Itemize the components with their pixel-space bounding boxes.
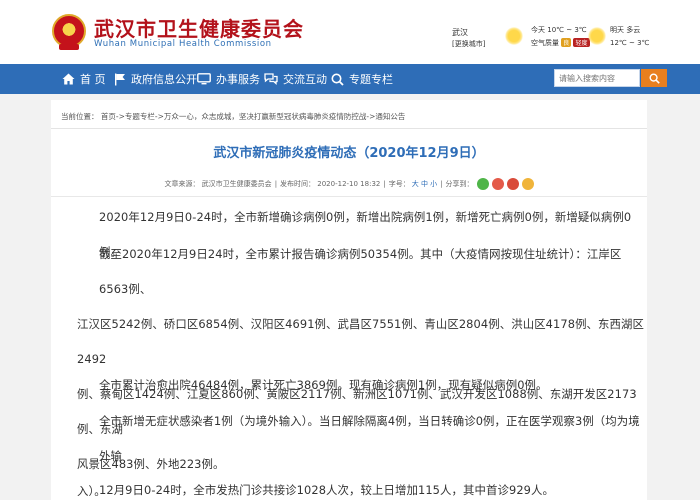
monitor-icon (197, 73, 211, 85)
air-quality-label: 空气质量 (531, 39, 559, 47)
nav-item-label: 交流互动 (283, 73, 327, 86)
weather-tomorrow: 明天 多云 (610, 25, 640, 35)
breadcrumb-divider (51, 128, 647, 129)
font-size-label: 字号： (388, 180, 410, 188)
nav-item-label: 首 页 (80, 73, 106, 86)
air-quality-badge-light: 轻度 (573, 38, 590, 47)
paragraph-line: 12月9日0-24时，全市发热门诊共接诊1028人次，较上日增加115人，其中首… (99, 483, 554, 497)
search-button[interactable] (641, 69, 667, 87)
paragraph-5: 12月9日0-24时，全市发热门诊共接诊1028人次，较上日增加115人，其中首… (77, 473, 554, 500)
change-city-link[interactable]: [更换城市] (452, 39, 485, 49)
search-input[interactable] (554, 69, 640, 87)
meta-divider (51, 196, 647, 197)
font-size-options[interactable]: 大 中 小 (412, 179, 437, 189)
paragraph-line: 全市累计治愈出院46484例，累计死亡3869例。现有确诊病例1例，现有疑似病例… (99, 378, 548, 392)
qzone-share-icon[interactable] (506, 178, 519, 190)
sun-weather-icon-tomorrow (588, 27, 606, 45)
home-icon (62, 73, 75, 85)
nav-item-topics[interactable]: 专题专栏 (331, 64, 393, 94)
paragraph-3: 全市累计治愈出院46484例，累计死亡3869例。现有确诊病例1例，现有疑似病例… (77, 368, 548, 403)
article-title: 武汉市新冠肺炎疫情动态（2020年12月9日） (213, 146, 485, 161)
article-container: 当前位置： 首页->专题专栏->万众一心，众志成城，坚决打赢新型冠状病毒肺炎疫情… (51, 100, 647, 500)
weather-tomorrow-label: 明天 (610, 26, 624, 34)
air-quality-badge-good: 良 (561, 38, 572, 47)
weather-today-temp: 10℃ ~ 3℃ (547, 26, 587, 34)
paragraph-line: 全市新增无症状感染者1例（为境外输入）。当日解除隔离4例，当日转确诊0例，正在医… (99, 414, 640, 463)
nav-item-label: 专题专栏 (349, 73, 393, 86)
nav-item-services[interactable]: 办事服务 (197, 64, 260, 94)
flag-icon (115, 73, 125, 85)
nav-item-gov-info[interactable]: 政府信息公开 (114, 64, 197, 94)
national-emblem-logo[interactable] (52, 14, 86, 50)
nav-item-label: 办事服务 (216, 73, 260, 86)
search-icon (331, 73, 344, 86)
weibo-share-icon[interactable] (491, 178, 504, 190)
air-quality: 空气质量 良 轻度 (531, 38, 590, 48)
weather-today: 今天 10℃ ~ 3℃ (531, 25, 587, 35)
site-subtitle: Wuhan Municipal Health Commission (94, 39, 272, 49)
favorite-share-icon[interactable] (521, 178, 534, 190)
weather-tomorrow-condition: 多云 (626, 26, 641, 34)
paragraph-line: 江汉区5242例、硚口区6854例、汉阳区4691例、武昌区7551例、青山区2… (77, 317, 645, 366)
article-meta: 文章来源： 武汉市卫生健康委员会 | 发布时间： 2020-12-10 18:3… (51, 178, 647, 190)
paragraph-line: 截至2020年12月9日24时，全市累计报告确诊病例50354例。其中（大疫情网… (99, 247, 622, 296)
nav-item-home[interactable]: 首 页 (62, 64, 106, 94)
sun-weather-icon (505, 27, 523, 45)
wechat-share-icon[interactable] (476, 178, 489, 190)
search-icon (648, 72, 660, 84)
site-title[interactable]: 武汉市卫生健康委员会 (94, 13, 304, 42)
weather-city: 武汉 (452, 28, 468, 37)
chat-icon (264, 73, 278, 85)
weather-today-label: 今天 (531, 26, 545, 34)
site-header: 武汉市卫生健康委员会 Wuhan Municipal Health Commis… (0, 0, 700, 64)
share-label: 分享到： (445, 180, 474, 188)
weather-tomorrow-temp: 12℃ ~ 3℃ (610, 39, 650, 47)
nav-item-label: 政府信息公开 (131, 73, 197, 86)
article-source: 文章来源： 武汉市卫生健康委员会 (164, 180, 272, 188)
nav-item-interaction[interactable]: 交流互动 (264, 64, 327, 94)
breadcrumb[interactable]: 当前位置： 首页->专题专栏->万众一心，众志成城，坚决打赢新型冠状病毒肺炎疫情… (61, 111, 405, 122)
article-publish-time: 发布时间： 2020-12-10 18:32 (280, 180, 381, 188)
